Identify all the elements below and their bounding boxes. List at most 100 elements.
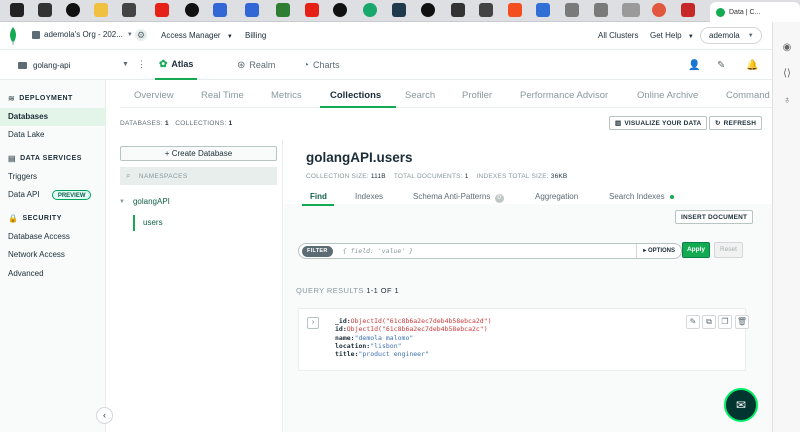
- browser-tab-icon[interactable]: [565, 3, 579, 17]
- youtube-tab-icon[interactable]: [305, 3, 319, 17]
- tab-performance-advisor[interactable]: Performance Advisor: [520, 90, 608, 101]
- database-item-golangapi[interactable]: ▼ golangAPI: [119, 197, 170, 206]
- collection-item-users[interactable]: users: [133, 215, 163, 231]
- github-tab-icon[interactable]: [185, 3, 199, 17]
- browser-tab-icon[interactable]: [594, 3, 608, 17]
- tab-command[interactable]: Command: [726, 90, 770, 101]
- visualize-data-button[interactable]: ▥ VISUALIZE YOUR DATA: [609, 116, 708, 130]
- billing-link[interactable]: Billing: [245, 31, 266, 40]
- sidebar-item-triggers[interactable]: Triggers: [0, 168, 106, 186]
- browser-tab-icon[interactable]: [451, 3, 465, 17]
- tab-overview[interactable]: Overview: [134, 90, 174, 101]
- tab-atlas[interactable]: ✿ Atlas: [155, 50, 198, 80]
- create-database-button[interactable]: + Create Database: [120, 146, 277, 161]
- figma-tab-icon[interactable]: [508, 3, 522, 17]
- search-icon: ⌕: [126, 171, 131, 180]
- browser-tab-icon[interactable]: [94, 3, 108, 17]
- expand-chevron-icon[interactable]: ›: [307, 317, 319, 329]
- field-key: location:: [335, 341, 371, 350]
- browser-tab-icon[interactable]: [479, 3, 493, 17]
- sidebar-item-databases[interactable]: Databases: [0, 108, 106, 126]
- sidebar-item-database-access[interactable]: Database Access: [0, 228, 106, 246]
- bulb-icon[interactable]: ♁: [781, 95, 793, 107]
- user-menu[interactable]: ademola ▼: [700, 27, 762, 44]
- insert-document-button[interactable]: INSERT DOCUMENT: [675, 210, 754, 224]
- clone-icon[interactable]: ❐: [718, 315, 732, 329]
- tab-find[interactable]: Find: [310, 192, 327, 201]
- browser-tab-icon[interactable]: [536, 3, 550, 17]
- tab-indexes[interactable]: Indexes: [355, 192, 383, 201]
- org-selector[interactable]: ademola's Org - 202... ▼: [32, 30, 133, 39]
- activity-icon[interactable]: ✎: [717, 60, 725, 71]
- browser-tab-icon[interactable]: [276, 3, 290, 17]
- all-clusters-link[interactable]: All Clusters: [598, 31, 638, 40]
- copy-icon[interactable]: ⧉: [702, 315, 716, 329]
- collection-main: golangAPI.users COLLECTION SIZE: 111B TO…: [284, 140, 772, 432]
- options-toggle[interactable]: ▸ OPTIONS: [636, 244, 681, 258]
- field-location: location:"lisbon": [335, 342, 492, 350]
- total-documents-label: TOTAL DOCUMENTS:: [393, 173, 463, 180]
- tab-metrics[interactable]: Metrics: [271, 90, 302, 101]
- tab-charts[interactable]: ◔ Charts: [303, 50, 340, 80]
- sidebar-item-advanced[interactable]: Advanced: [0, 265, 106, 283]
- apple-tab-icon[interactable]: [38, 3, 52, 17]
- github-tab-icon[interactable]: [421, 3, 435, 17]
- status-dot-icon: [669, 194, 674, 199]
- query-results-heading: QUERY RESULTS 1-1 OF 1: [296, 286, 399, 295]
- filter-input[interactable]: FILTER { field: 'value' } ▸ OPTIONS: [298, 243, 682, 259]
- query-results-range: 1-1 OF 1: [366, 286, 400, 295]
- access-manager-menu[interactable]: Access Manager ▼: [161, 31, 233, 40]
- reset-button[interactable]: Reset: [714, 242, 743, 258]
- refresh-button[interactable]: ↻ REFRESH: [709, 116, 763, 130]
- mongodb-favicon-icon: [716, 7, 725, 17]
- get-help-menu[interactable]: Get Help ▼: [650, 31, 694, 40]
- tab-aggregation[interactable]: Aggregation: [535, 192, 578, 201]
- project-selector[interactable]: golang-api: [18, 61, 70, 70]
- browser-tab-icon[interactable]: [392, 3, 406, 17]
- bell-icon[interactable]: 🔔: [746, 60, 758, 71]
- youtube-tab-icon[interactable]: [155, 3, 169, 17]
- browser-tab-icon[interactable]: [652, 3, 666, 17]
- sidebar-item-network-access[interactable]: Network Access: [0, 246, 106, 264]
- left-sidebar: ≋ DEPLOYMENT Databases Data Lake ▤ DATA …: [0, 80, 106, 432]
- tab-real-time[interactable]: Real Time: [201, 90, 244, 101]
- active-tab-title: Data | C...: [729, 8, 761, 16]
- support-chat-icon[interactable]: ✉: [724, 388, 758, 422]
- tab-search[interactable]: Search: [405, 90, 435, 101]
- gear-icon[interactable]: ⚙: [135, 29, 147, 41]
- browser-tab-icon[interactable]: [245, 3, 259, 17]
- browser-tab-icon[interactable]: [122, 3, 136, 17]
- edit-pencil-icon[interactable]: ✎: [686, 315, 700, 329]
- tab-realm[interactable]: ⊛ Realm: [237, 50, 275, 80]
- browser-tab-icon[interactable]: [681, 3, 695, 17]
- more-vertical-icon[interactable]: ⋮: [137, 59, 146, 70]
- apply-button[interactable]: Apply: [682, 242, 710, 258]
- tab-schema-anti-patterns[interactable]: Schema Anti-Patterns 0: [413, 192, 504, 203]
- browser-tab-icon[interactable]: [213, 3, 227, 17]
- eye-icon[interactable]: ◉: [781, 42, 793, 54]
- sidebar-item-data-lake[interactable]: Data Lake: [0, 126, 106, 144]
- mongodb-leaf-icon[interactable]: [8, 27, 18, 45]
- trash-icon[interactable]: 🗑: [735, 315, 749, 329]
- browser-tab-icon[interactable]: [10, 3, 24, 17]
- sidebar-item-data-api[interactable]: Data API PREVIEW: [0, 186, 106, 204]
- bar-chart-icon: ▥: [615, 120, 622, 127]
- namespaces-search-input[interactable]: ⌕ NAMESPACES: [120, 167, 277, 185]
- active-browser-tab[interactable]: Data | C...: [710, 2, 800, 22]
- chevron-down-icon[interactable]: ▼: [122, 61, 129, 68]
- code-icon[interactable]: ⟨⟩: [781, 68, 793, 80]
- tab-profiler[interactable]: Profiler: [462, 90, 492, 101]
- browser-tab-icon[interactable]: [622, 3, 640, 17]
- github-tab-icon[interactable]: [66, 3, 80, 17]
- tab-collections[interactable]: Collections: [330, 90, 381, 101]
- collection-stats: COLLECTION SIZE: 111B TOTAL DOCUMENTS: 1…: [306, 173, 567, 180]
- tab-search-indexes[interactable]: Search Indexes: [609, 192, 674, 201]
- data-api-label: Data API: [8, 190, 40, 199]
- github-tab-icon[interactable]: [333, 3, 347, 17]
- browser-tab-icon[interactable]: [363, 3, 377, 17]
- tab-online-archive[interactable]: Online Archive: [637, 90, 698, 101]
- security-label: SECURITY: [22, 215, 62, 222]
- add-user-icon[interactable]: 👤: [688, 60, 700, 71]
- project-name: golang-api: [33, 61, 71, 70]
- schema-count-badge: 0: [494, 194, 504, 203]
